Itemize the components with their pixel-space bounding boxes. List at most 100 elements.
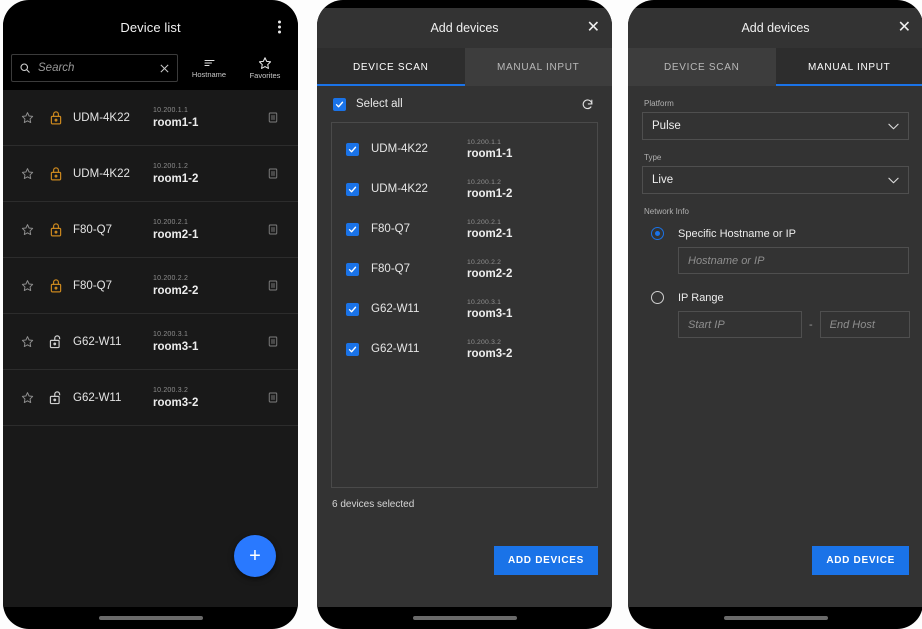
close-x-icon[interactable]: ✕ <box>587 20 600 36</box>
device-network: 10.200.1.1 room1-1 <box>153 106 260 130</box>
phone-device-list: Device list Search Hostname Favorites UD… <box>3 0 298 629</box>
add-device-fab[interactable]: + <box>234 535 276 577</box>
device-ip: 10.200.1.2 <box>153 162 189 170</box>
tab-device-scan[interactable]: DEVICE SCAN <box>628 48 776 86</box>
close-x-icon[interactable]: ✕ <box>898 20 911 36</box>
phone-add-devices-manual: Add devices ✕ DEVICE SCAN MANUAL INPUT P… <box>628 0 922 629</box>
device-network: 10.200.1.2 room1-2 <box>153 162 260 186</box>
add-devices-manual-screen: Add devices ✕ DEVICE SCAN MANUAL INPUT P… <box>628 8 922 607</box>
search-placeholder: Search <box>38 62 75 74</box>
device-ip: 10.200.2.2 <box>153 274 189 282</box>
select-all-checkbox[interactable] <box>333 97 346 111</box>
table-row[interactable]: F80-Q7 10.200.2.1 room2-1 <box>3 202 298 258</box>
delete-icon[interactable] <box>260 335 286 348</box>
scan-device-ip: 10.200.3.2 <box>467 338 502 346</box>
device-checkbox[interactable] <box>346 302 359 316</box>
add-devices-button[interactable]: ADD DEVICES <box>493 546 598 575</box>
table-row[interactable]: F80-Q7 10.200.2.2 room2-2 <box>3 258 298 314</box>
clear-x-icon[interactable] <box>159 63 170 74</box>
list-item[interactable]: G62-W11 10.200.3.2 room3-2 <box>332 329 597 369</box>
favorites-filter-button[interactable]: Favorites <box>240 56 290 80</box>
radio-ip-range-label: IP Range <box>678 291 724 304</box>
scan-device-ip: 10.200.3.1 <box>467 298 502 306</box>
delete-icon[interactable] <box>260 223 286 236</box>
scan-device-network: 10.200.1.2 room1-2 <box>467 178 512 201</box>
device-checkbox[interactable] <box>346 182 359 196</box>
list-item[interactable]: F80-Q7 10.200.2.2 room2-2 <box>332 249 597 289</box>
delete-icon[interactable] <box>260 279 286 292</box>
lock-closed-icon <box>41 222 71 237</box>
device-ip: 10.200.2.1 <box>153 218 189 226</box>
table-row[interactable]: UDM-4K22 10.200.1.1 room1-1 <box>3 90 298 146</box>
scan-device-name: F80-Q7 <box>371 223 410 235</box>
screenshot-stage: Device list Search Hostname Favorites UD… <box>0 0 922 629</box>
radio-ip-range-row[interactable]: IP Range <box>642 291 909 304</box>
delete-icon[interactable] <box>260 391 286 404</box>
scan-device-network: 10.200.1.1 room1-1 <box>467 138 512 161</box>
device-network: 10.200.2.2 room2-2 <box>153 274 260 298</box>
device-checkbox[interactable] <box>346 142 359 156</box>
hostname-or-ip-input[interactable]: Hostname or IP <box>678 247 909 274</box>
device-network: 10.200.3.1 room3-1 <box>153 330 260 354</box>
scan-results-list[interactable]: UDM-4K22 10.200.1.1 room1-1 UDM-4K22 10.200.… <box>331 122 598 488</box>
list-item[interactable]: UDM-4K22 10.200.1.1 room1-1 <box>332 129 597 169</box>
hostname-or-ip-placeholder: Hostname or IP <box>688 254 765 267</box>
device-room: room1-2 <box>153 172 199 185</box>
select-all-row: Select all <box>331 86 598 122</box>
tab-manual-input-label: MANUAL INPUT <box>808 61 891 73</box>
favorite-star-icon[interactable] <box>13 111 41 124</box>
lock-closed-icon <box>41 166 71 181</box>
tab-manual-input[interactable]: MANUAL INPUT <box>775 48 922 86</box>
scan-device-ip: 10.200.2.1 <box>467 218 502 226</box>
list-item[interactable]: UDM-4K22 10.200.1.2 room1-2 <box>332 169 597 209</box>
favorite-star-icon[interactable] <box>13 223 41 236</box>
table-row[interactable]: G62-W11 10.200.3.2 room3-2 <box>3 370 298 426</box>
radio-ip-range[interactable] <box>651 291 664 304</box>
kebab-menu-icon[interactable] <box>275 18 284 37</box>
scan-device-network: 10.200.2.1 room2-1 <box>467 218 512 241</box>
list-item[interactable]: G62-W11 10.200.3.1 room3-1 <box>332 289 597 329</box>
favorite-star-icon[interactable] <box>13 335 41 348</box>
device-hostname: F80-Q7 <box>73 223 112 236</box>
dialog-title: Add devices <box>430 21 499 35</box>
tab-device-scan[interactable]: DEVICE SCAN <box>317 48 465 86</box>
favorite-star-icon[interactable] <box>13 167 41 180</box>
chevron-down-icon <box>888 123 899 130</box>
start-ip-input[interactable]: Start IP <box>678 311 802 338</box>
device-ip: 10.200.1.1 <box>153 106 189 114</box>
scan-device-name: G62-W11 <box>371 303 420 315</box>
device-hostname: G62-W11 <box>73 391 122 404</box>
device-hostname: G62-W11 <box>73 335 122 348</box>
radio-specific-hostname-label: Specific Hostname or IP <box>678 227 796 240</box>
favorite-star-icon[interactable] <box>13 391 41 404</box>
table-row[interactable]: UDM-4K22 10.200.1.2 room1-2 <box>3 146 298 202</box>
search-input[interactable]: Search <box>11 54 178 82</box>
radio-specific-hostname[interactable] <box>651 227 664 240</box>
device-checkbox[interactable] <box>346 262 359 276</box>
dialog-title-manual: Add devices <box>741 21 810 35</box>
add-device-button[interactable]: ADD DEVICE <box>812 546 909 575</box>
favorite-star-icon[interactable] <box>13 279 41 292</box>
device-room: room1-1 <box>153 116 199 129</box>
dialog-body: Select all UDM-4K22 10.200.1.1 room1-1 UDM-… <box>317 86 612 607</box>
device-list-header: Device list <box>3 8 298 46</box>
device-ip: 10.200.3.1 <box>153 330 189 338</box>
star-icon <box>258 56 272 70</box>
radio-specific-hostname-row[interactable]: Specific Hostname or IP <box>642 227 909 240</box>
delete-icon[interactable] <box>260 111 286 124</box>
tab-manual-input[interactable]: MANUAL INPUT <box>464 48 612 86</box>
device-checkbox[interactable] <box>346 342 359 356</box>
sort-by-hostname-button[interactable]: Hostname <box>184 57 234 79</box>
end-host-placeholder: End Host <box>829 318 875 331</box>
platform-select[interactable]: Pulse <box>642 112 909 140</box>
add-devices-scan-screen: Add devices ✕ DEVICE SCAN MANUAL INPUT S… <box>317 8 612 607</box>
list-item[interactable]: F80-Q7 10.200.2.1 room2-1 <box>332 209 597 249</box>
delete-icon[interactable] <box>260 167 286 180</box>
table-row[interactable]: G62-W11 10.200.3.1 room3-1 <box>3 314 298 370</box>
refresh-icon[interactable] <box>581 98 594 111</box>
chevron-down-icon <box>888 177 899 184</box>
device-checkbox[interactable] <box>346 222 359 236</box>
end-host-input[interactable]: End Host <box>819 311 910 338</box>
scan-device-ip: 10.200.1.1 <box>467 138 502 146</box>
type-select[interactable]: Live <box>642 166 909 194</box>
